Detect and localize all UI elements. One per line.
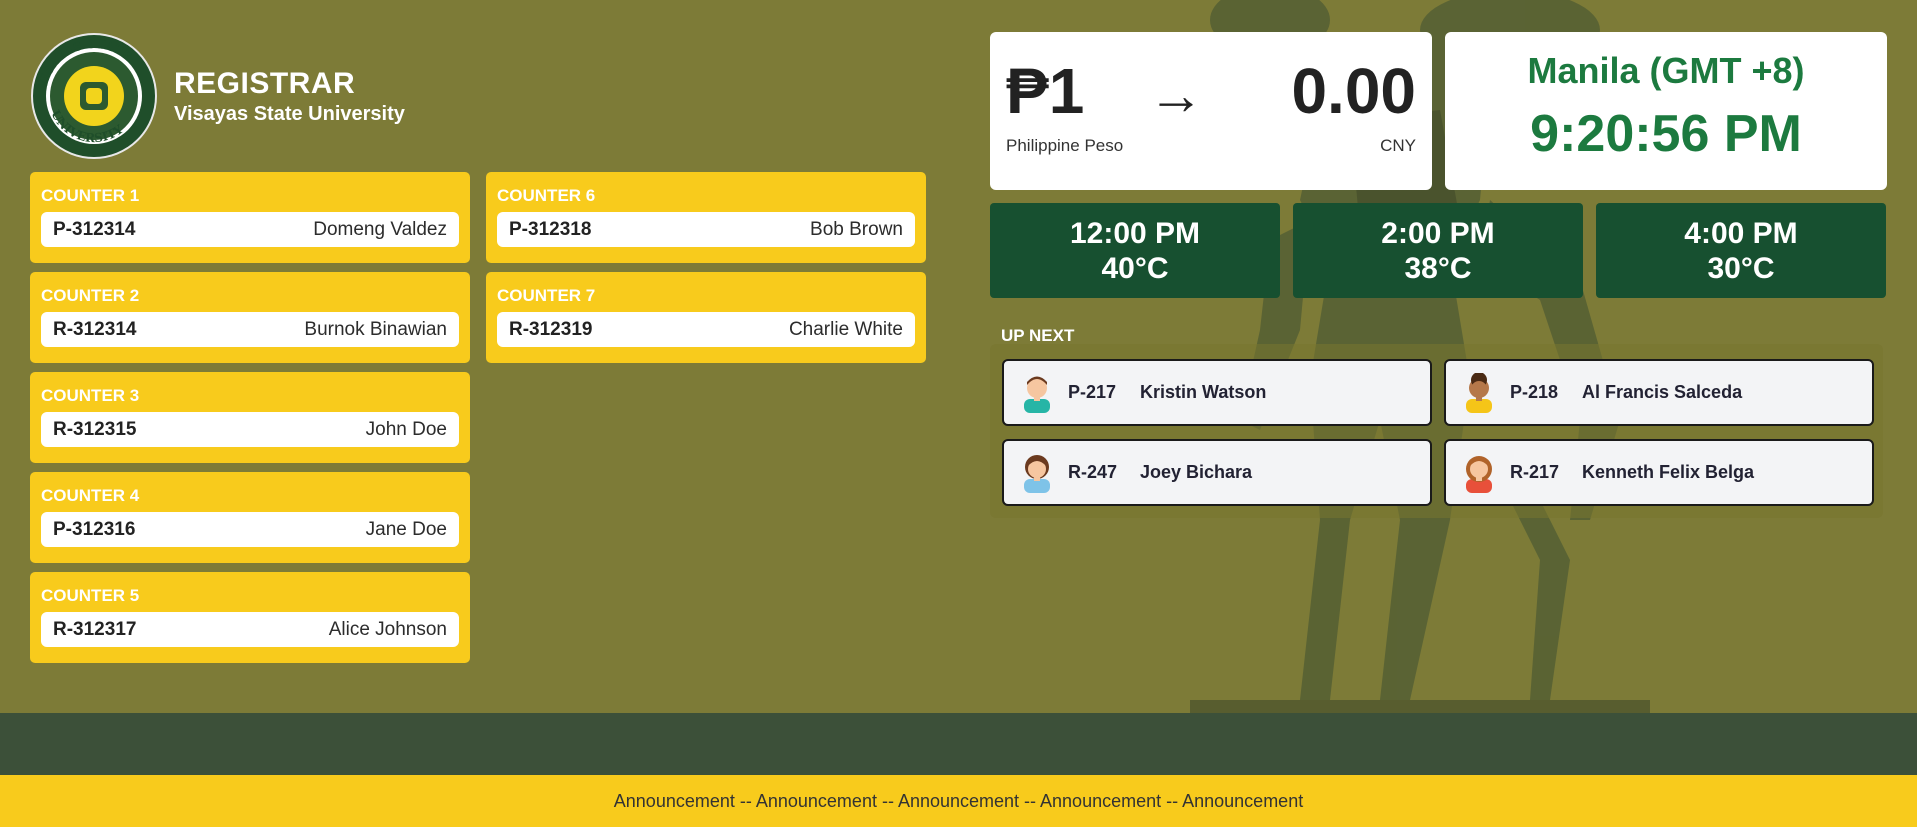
counter-ticket: P-312314: [53, 218, 136, 240]
clock-card: Manila (GMT +8) 9:20:56 PM: [1445, 32, 1887, 190]
forecast-time: 4:00 PM: [1684, 217, 1798, 250]
forecast-time: 2:00 PM: [1381, 217, 1495, 250]
arrow-right-icon: →: [1148, 63, 1204, 126]
exchange-from-amount: ₱1: [1006, 55, 1085, 127]
counter-label: COUNTER 2: [41, 286, 140, 305]
counter-card-7: COUNTER 7 R-312319 Charlie White: [486, 272, 926, 363]
counter-serving-row: P-312316 Jane Doe: [41, 512, 459, 547]
girl-avatar-icon: [1024, 454, 1050, 493]
clock-timezone: Manila (GMT +8): [1527, 50, 1805, 91]
exchange-to-currency: CNY: [1380, 136, 1416, 155]
currency-exchange-card: ₱1 → 0.00 Philippine Peso CNY: [990, 32, 1432, 190]
queue-ticket: P-217: [1068, 382, 1117, 402]
counter-label: COUNTER 3: [41, 386, 140, 405]
counter-serving-row: R-312319 Charlie White: [497, 312, 915, 347]
boy-avatar-icon: [1466, 372, 1492, 413]
queue-name: Al Francis Salceda: [1582, 382, 1743, 402]
page-header: VISAYAS STATE UNIVERSITY REGISTRAR Visay…: [30, 32, 405, 160]
exchange-to-amount: 0.00: [1291, 55, 1416, 127]
announcement-text: Announcement -- Announcement -- Announce…: [613, 790, 1304, 811]
forecast-temp: 40°C: [1101, 252, 1169, 285]
forecast-tile-2: 2:00 PM 38°C: [1293, 203, 1583, 298]
counter-ticket: R-312317: [53, 618, 137, 640]
counter-client-name: Burnok Binawian: [304, 318, 447, 340]
counter-ticket: P-312316: [53, 518, 136, 540]
counter-client-name: Charlie White: [788, 318, 903, 340]
counter-ticket: P-312318: [509, 218, 592, 240]
counter-label: COUNTER 6: [497, 186, 596, 205]
university-seal-logo: VISAYAS STATE UNIVERSITY: [31, 33, 157, 159]
counter-ticket: R-312314: [53, 318, 137, 340]
page-subtitle: Visayas State University: [174, 102, 405, 125]
forecast-tile-1: 12:00 PM 40°C: [990, 203, 1280, 298]
counter-serving-row: R-312314 Burnok Binawian: [41, 312, 459, 347]
queue-ticket: P-218: [1510, 382, 1559, 402]
forecast-time: 12:00 PM: [1069, 217, 1201, 250]
up-next-heading: UP NEXT: [1001, 326, 1075, 345]
counter-label: COUNTER 7: [497, 286, 596, 305]
queue-name: Kenneth Felix Belga: [1582, 462, 1755, 482]
page-title: REGISTRAR: [174, 66, 356, 100]
queue-name: Joey Bichara: [1140, 462, 1253, 482]
counter-label: COUNTER 1: [41, 186, 140, 205]
forecast-tile-3: 4:00 PM 30°C: [1596, 203, 1886, 298]
counter-card-4: COUNTER 4 P-312316 Jane Doe: [30, 472, 470, 563]
counter-client-name: Jane Doe: [365, 518, 447, 540]
counter-client-name: Bob Brown: [810, 218, 903, 240]
queue-name: Kristin Watson: [1140, 382, 1267, 402]
clock-time: 9:20:56 PM: [1530, 105, 1802, 163]
queue-item: P-217 Kristin Watson: [1002, 359, 1432, 426]
announcement-ticker: Announcement -- Announcement -- Announce…: [0, 775, 1917, 827]
counter-serving-row: P-312314 Domeng Valdez: [41, 212, 459, 247]
counter-ticket: R-312319: [509, 318, 593, 340]
counter-ticket: R-312315: [53, 418, 137, 440]
counter-card-1: COUNTER 1 P-312314 Domeng Valdez: [30, 172, 470, 263]
queue-item: R-217 Kenneth Felix Belga: [1444, 439, 1874, 506]
queue-item: P-218 Al Francis Salceda: [1444, 359, 1874, 426]
queue-item: R-247 Joey Bichara: [1002, 439, 1432, 506]
counter-card-5: COUNTER 5 R-312317 Alice Johnson: [30, 572, 470, 663]
queue-ticket: R-217: [1510, 462, 1560, 482]
counter-client-name: John Doe: [365, 418, 447, 440]
queue-ticket: R-247: [1068, 462, 1118, 482]
footer-band: [0, 713, 1917, 775]
forecast-temp: 38°C: [1404, 252, 1472, 285]
boy-avatar-icon: [1024, 376, 1050, 413]
counter-serving-row: P-312318 Bob Brown: [497, 212, 915, 247]
counter-label: COUNTER 4: [41, 486, 140, 505]
counter-client-name: Alice Johnson: [328, 618, 447, 640]
counter-card-6: COUNTER 6 P-312318 Bob Brown: [486, 172, 926, 263]
counter-serving-row: R-312317 Alice Johnson: [41, 612, 459, 647]
counter-card-2: COUNTER 2 R-312314 Burnok Binawian: [30, 272, 470, 363]
exchange-from-currency: Philippine Peso: [1006, 136, 1124, 155]
forecast-temp: 30°C: [1707, 252, 1775, 285]
counter-serving-row: R-312315 John Doe: [41, 412, 459, 447]
counter-client-name: Domeng Valdez: [313, 218, 447, 240]
girl-avatar-icon: [1466, 455, 1492, 493]
counter-card-3: COUNTER 3 R-312315 John Doe: [30, 372, 470, 463]
counter-label: COUNTER 5: [41, 586, 140, 605]
